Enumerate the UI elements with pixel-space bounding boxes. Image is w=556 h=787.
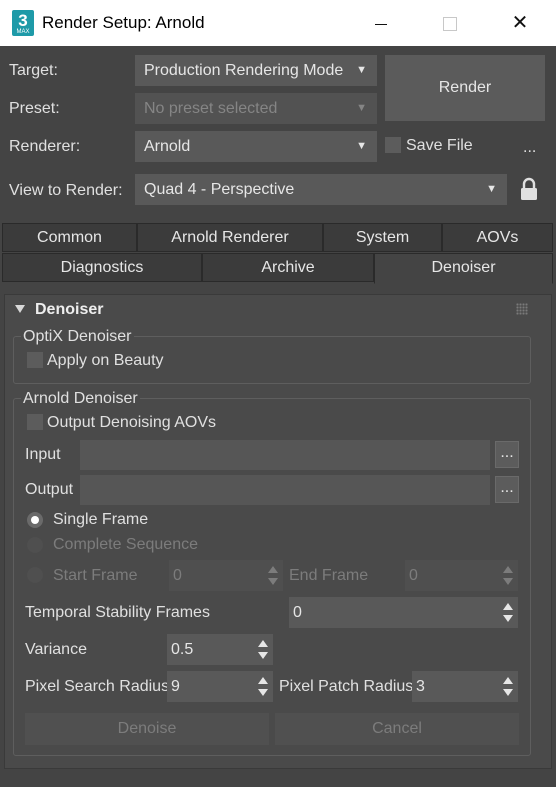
tab-denoiser[interactable]: Denoiser	[374, 253, 553, 284]
maximize-button[interactable]	[427, 0, 473, 46]
render-button[interactable]: Render	[385, 55, 545, 121]
pixel-patch-radius-label: Pixel Patch Radius	[279, 678, 414, 695]
target-value: Production Rendering Mode	[144, 62, 344, 79]
apply-on-beauty-label: Apply on Beauty	[47, 352, 164, 369]
input-browse-button[interactable]: ...	[495, 441, 519, 468]
minimize-icon	[375, 23, 387, 25]
input-label: Input	[25, 446, 61, 463]
cancel-button[interactable]: Cancel	[275, 713, 519, 745]
target-dropdown[interactable]: Production Rendering Mode ▼	[135, 55, 377, 86]
temporal-stability-label: Temporal Stability Frames	[25, 604, 210, 621]
view-to-render-label: View to Render:	[9, 182, 123, 199]
save-file-checkbox[interactable]	[385, 137, 401, 153]
app-icon-glyph: 3	[18, 11, 28, 30]
target-label: Target:	[9, 62, 58, 79]
tab-system[interactable]: System	[323, 223, 442, 252]
output-denoising-aovs-label: Output Denoising AOVs	[47, 414, 216, 431]
close-icon: ✕	[511, 12, 529, 34]
dropdown-arrow-icon: ▼	[356, 64, 367, 76]
temporal-stability-spinner[interactable]: 0	[289, 597, 518, 628]
denoise-button[interactable]: Denoise	[25, 713, 269, 745]
start-frame-spinner[interactable]: 0	[169, 560, 283, 591]
save-file-label: Save File	[406, 137, 473, 154]
window-title: Render Setup: Arnold	[42, 13, 205, 32]
variance-label: Variance	[25, 641, 87, 658]
preset-dropdown[interactable]: No preset selected ▼	[135, 93, 377, 124]
save-file-browse-button[interactable]: ...	[523, 139, 536, 157]
spinner-arrows-icon[interactable]	[258, 640, 268, 659]
pixel-patch-radius-spinner[interactable]: 3	[412, 671, 518, 702]
output-denoising-aovs-checkbox[interactable]	[27, 414, 43, 430]
optix-denoiser-title: OptiX Denoiser	[21, 328, 134, 346]
app-icon-sub: MAX	[16, 29, 30, 35]
close-button[interactable]: ✕	[497, 0, 543, 46]
tab-arnold-renderer[interactable]: Arnold Renderer	[137, 223, 323, 252]
renderer-value: Arnold	[144, 138, 191, 155]
app-icon: 3 MAX	[12, 10, 34, 36]
view-to-render-dropdown[interactable]: Quad 4 - Perspective ▼	[135, 174, 507, 205]
rollout-title[interactable]: Denoiser	[35, 301, 103, 319]
complete-sequence-label: Complete Sequence	[53, 536, 198, 553]
minimize-button[interactable]	[358, 0, 404, 46]
arnold-denoiser-title: Arnold Denoiser	[21, 390, 140, 408]
spinner-arrows-icon[interactable]	[503, 566, 513, 585]
maximize-icon	[443, 17, 457, 32]
rollout-collapse-icon[interactable]	[15, 305, 25, 313]
lock-icon[interactable]	[519, 177, 539, 201]
spinner-arrows-icon[interactable]	[258, 677, 268, 696]
output-label: Output	[25, 481, 74, 498]
spinner-arrows-icon[interactable]	[503, 603, 513, 622]
dropdown-arrow-icon: ▼	[356, 140, 367, 152]
variance-spinner[interactable]: 0.5	[167, 634, 273, 665]
tab-common[interactable]: Common	[2, 223, 137, 252]
pixel-search-radius-value: 9	[171, 678, 180, 695]
start-frame-value: 0	[173, 567, 182, 584]
preset-label: Preset:	[9, 100, 60, 117]
start-frame-label: Start Frame	[53, 567, 138, 584]
title-bar: 3 MAX Render Setup: Arnold ✕	[0, 0, 556, 46]
pixel-patch-radius-value: 3	[416, 678, 425, 695]
renderer-dropdown[interactable]: Arnold ▼	[135, 131, 377, 162]
single-frame-label: Single Frame	[53, 511, 149, 528]
apply-on-beauty-checkbox[interactable]	[27, 352, 43, 368]
output-field[interactable]	[80, 475, 490, 505]
output-browse-button[interactable]: ...	[495, 476, 519, 503]
end-frame-value: 0	[409, 567, 418, 584]
renderer-label: Renderer:	[9, 138, 81, 155]
dropdown-arrow-icon: ▼	[356, 102, 367, 114]
pixel-search-radius-spinner[interactable]: 9	[167, 671, 273, 702]
grip-icon[interactable]	[516, 303, 528, 315]
temporal-stability-value: 0	[293, 604, 302, 621]
view-to-render-value: Quad 4 - Perspective	[144, 181, 295, 198]
pixel-search-radius-label: Pixel Search Radius	[25, 678, 170, 695]
end-frame-spinner[interactable]: 0	[405, 560, 518, 591]
spinner-arrows-icon[interactable]	[503, 677, 513, 696]
complete-sequence-radio[interactable]	[27, 537, 43, 553]
spinner-arrows-icon[interactable]	[268, 566, 278, 585]
tab-archive[interactable]: Archive	[202, 253, 374, 282]
preset-value: No preset selected	[144, 100, 278, 117]
single-frame-radio[interactable]	[27, 512, 43, 528]
start-frame-radio[interactable]	[27, 567, 43, 583]
tab-aovs[interactable]: AOVs	[442, 223, 553, 252]
dropdown-arrow-icon: ▼	[486, 183, 497, 195]
input-field[interactable]	[80, 440, 490, 470]
end-frame-label: End Frame	[289, 567, 369, 584]
variance-value: 0.5	[171, 641, 194, 658]
tab-diagnostics[interactable]: Diagnostics	[2, 253, 202, 282]
